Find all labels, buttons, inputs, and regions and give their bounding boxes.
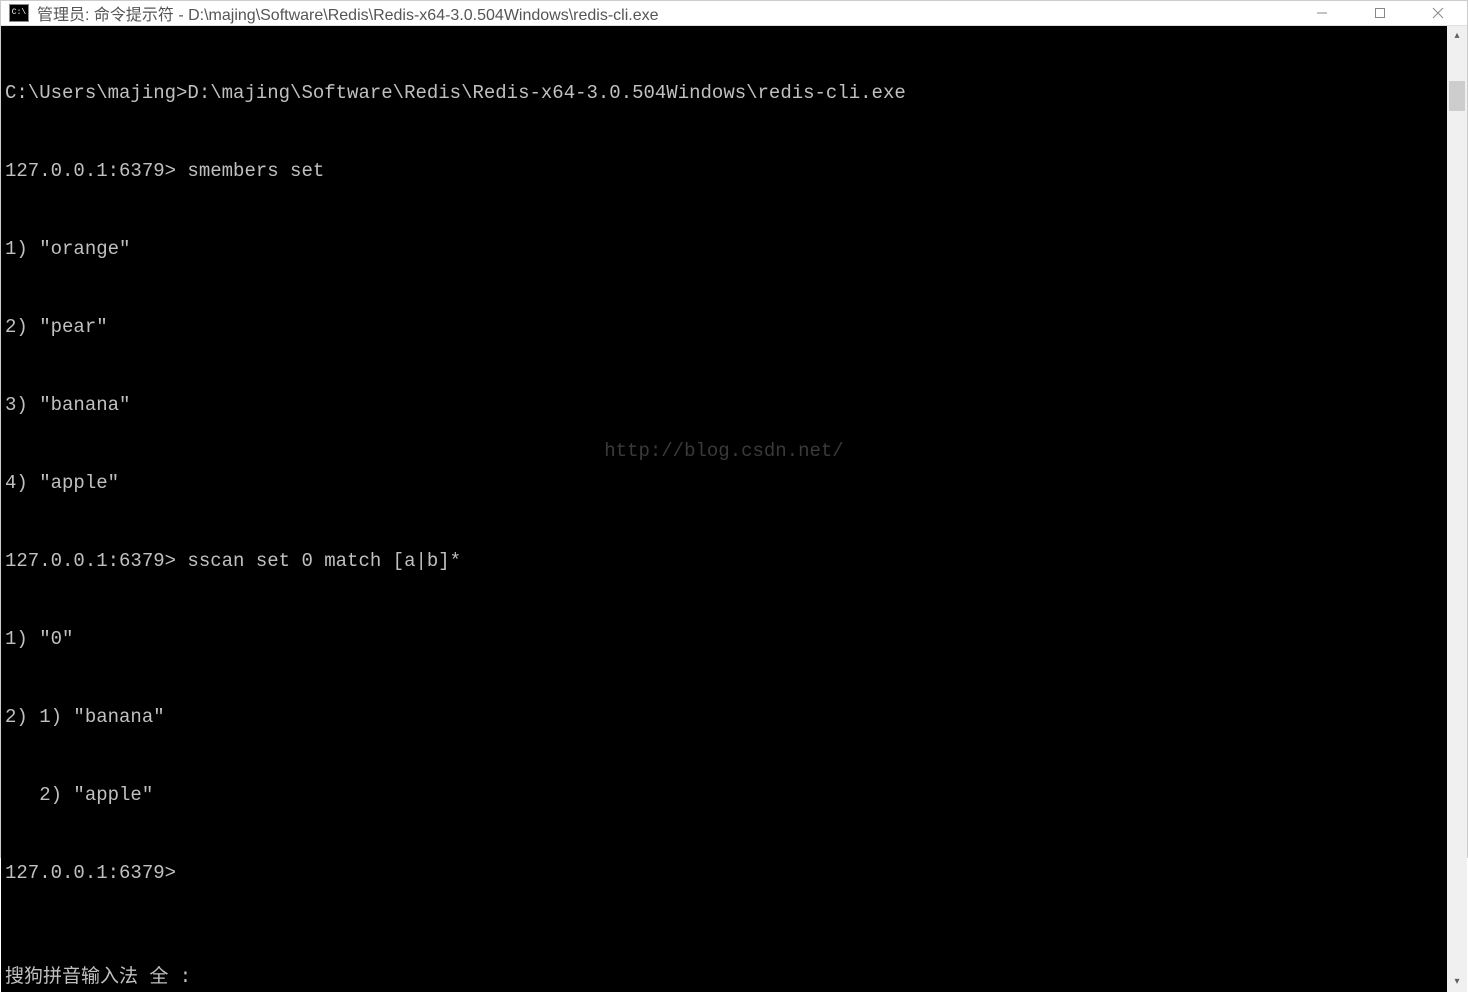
cmd-window: C:\ 管理员: 命令提示符 - D:\majing\Software\Redi…: [0, 0, 1468, 858]
close-button[interactable]: [1409, 1, 1467, 25]
minimize-button[interactable]: [1293, 1, 1351, 25]
cmd-icon-text: C:\: [12, 9, 26, 17]
window-controls: [1293, 1, 1467, 25]
ime-status: 搜狗拼音输入法 全 :: [5, 964, 191, 990]
terminal-line: 2) 1) "banana": [5, 704, 1443, 730]
vertical-scrollbar[interactable]: ▴ ▾: [1447, 26, 1467, 992]
window-title: 管理员: 命令提示符 - D:\majing\Software\Redis\Re…: [37, 1, 1293, 25]
terminal-line: 2) "apple": [5, 782, 1443, 808]
maximize-button[interactable]: [1351, 1, 1409, 25]
terminal-line: 3) "banana": [5, 392, 1443, 418]
terminal-line: 1) "orange": [5, 236, 1443, 262]
titlebar[interactable]: C:\ 管理员: 命令提示符 - D:\majing\Software\Redi…: [1, 1, 1467, 26]
scrollbar-down-arrow-icon[interactable]: ▾: [1447, 972, 1467, 992]
terminal-line: 2) "pear": [5, 314, 1443, 340]
scrollbar-thumb[interactable]: [1449, 81, 1465, 111]
terminal-line: 1) "0": [5, 626, 1443, 652]
terminal-line: 127.0.0.1:6379> smembers set: [5, 158, 1443, 184]
terminal-line: 127.0.0.1:6379> sscan set 0 match [a|b]*: [5, 548, 1443, 574]
terminal-area: C:\Users\majing>D:\majing\Software\Redis…: [1, 26, 1467, 992]
watermark-text: http://blog.csdn.net/: [604, 438, 843, 464]
terminal-content[interactable]: C:\Users\majing>D:\majing\Software\Redis…: [1, 26, 1447, 992]
terminal-line: 4) "apple": [5, 470, 1443, 496]
cmd-icon: C:\: [9, 4, 29, 22]
terminal-line: C:\Users\majing>D:\majing\Software\Redis…: [5, 80, 1443, 106]
scrollbar-track[interactable]: [1447, 46, 1467, 972]
scrollbar-up-arrow-icon[interactable]: ▴: [1447, 26, 1467, 46]
terminal-line: 127.0.0.1:6379>: [5, 860, 1443, 886]
